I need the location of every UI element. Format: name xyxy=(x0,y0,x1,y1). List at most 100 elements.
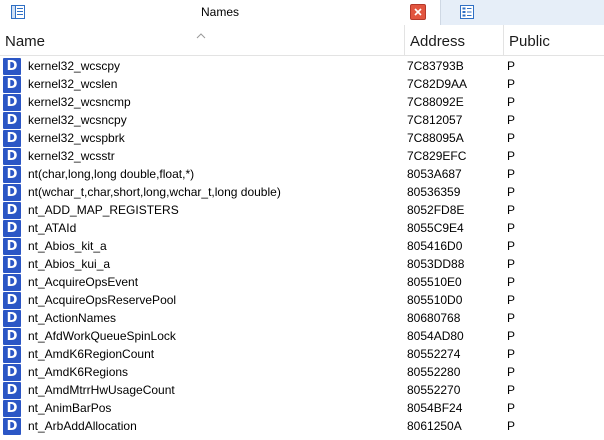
public-cell: P xyxy=(507,113,516,127)
address-cell: 8061250A xyxy=(407,419,462,433)
name-cell: nt_Abios_kit_a xyxy=(28,239,107,253)
data-name-icon: D xyxy=(3,256,21,273)
public-cell: P xyxy=(507,257,516,271)
structures-view-icon[interactable] xyxy=(459,4,475,20)
data-name-icon: D xyxy=(3,382,21,399)
name-cell: kernel32_wcsstr xyxy=(28,149,115,163)
table-row[interactable]: Dnt_AcquireOpsEvent 805510E0 P xyxy=(0,273,604,291)
address-cell: 805510D0 xyxy=(407,293,463,307)
table-row[interactable]: Dnt_AmdMtrrHwUsageCount 80552270 P xyxy=(0,381,604,399)
data-name-icon: D xyxy=(3,310,21,327)
name-cell: nt(wchar_t,char,short,long,wchar_t,long … xyxy=(28,185,281,199)
tab-bar: Names xyxy=(0,0,604,25)
name-cell: nt_ArbAddAllocation xyxy=(28,419,137,433)
public-cell: P xyxy=(507,221,516,235)
name-cell: nt_ATAId xyxy=(28,221,77,235)
address-cell: 80536359 xyxy=(407,185,461,199)
address-cell: 7C829EFC xyxy=(407,149,467,163)
name-cell: nt_AmdK6RegionCount xyxy=(28,347,155,361)
name-cell: kernel32_wcsncmp xyxy=(28,95,131,109)
table-row[interactable]: Dkernel32_wcscpy 7C83793B P xyxy=(0,57,604,75)
table-row[interactable]: Dnt_AmdK6RegionCount 80552274 P xyxy=(0,345,604,363)
name-cell: nt_ADD_MAP_REGISTERS xyxy=(28,203,179,217)
table-row[interactable]: Dnt_ActionNames 80680768 P xyxy=(0,309,604,327)
public-cell: P xyxy=(507,419,516,433)
address-cell: 7C82D9AA xyxy=(407,77,468,91)
address-cell: 8052FD8E xyxy=(407,203,465,217)
address-cell: 7C88092E xyxy=(407,95,464,109)
public-cell: P xyxy=(507,311,516,325)
data-name-icon: D xyxy=(3,238,21,255)
address-cell: 8053A687 xyxy=(407,167,462,181)
address-cell: 7C88095A xyxy=(407,131,464,145)
data-name-icon: D xyxy=(3,184,21,201)
data-name-icon: D xyxy=(3,418,21,435)
public-cell: P xyxy=(507,167,516,181)
name-cell: nt_Abios_kui_a xyxy=(28,257,111,271)
data-name-icon: D xyxy=(3,364,21,381)
close-icon[interactable] xyxy=(410,4,426,20)
public-cell: P xyxy=(507,131,516,145)
public-cell: P xyxy=(507,149,516,163)
name-cell: nt_ActionNames xyxy=(28,311,117,325)
public-cell: P xyxy=(507,329,516,343)
address-cell: 8054AD80 xyxy=(407,329,464,343)
column-header-public[interactable]: Public xyxy=(503,25,604,56)
public-cell: P xyxy=(507,347,516,361)
column-header-row: Name Address Public xyxy=(0,25,604,56)
data-name-icon: D xyxy=(3,274,21,291)
address-cell: 80552270 xyxy=(407,383,461,397)
public-cell: P xyxy=(507,293,516,307)
name-cell: nt_AcquireOpsReservePool xyxy=(28,293,177,307)
name-cell: nt(char,long,long double,float,*) xyxy=(28,167,195,181)
data-name-icon: D xyxy=(3,112,21,129)
table-row[interactable]: Dkernel32_wcsncpy 7C812057 P xyxy=(0,111,604,129)
public-cell: P xyxy=(507,77,516,91)
table-row[interactable]: Dnt_AcquireOpsReservePool 805510D0 P xyxy=(0,291,604,309)
table-row[interactable]: Dnt_ATAId 8055C9E4 P xyxy=(0,219,604,237)
public-cell: P xyxy=(507,239,516,253)
tab-names[interactable]: Names xyxy=(0,0,440,25)
public-cell: P xyxy=(507,383,516,397)
data-name-icon: D xyxy=(3,328,21,345)
column-header-address[interactable]: Address xyxy=(404,25,503,56)
table-row[interactable]: Dnt_AfdWorkQueueSpinLock 8054AD80 P xyxy=(0,327,604,345)
window-title: Names xyxy=(200,5,239,19)
public-cell: P xyxy=(507,59,516,73)
table-row[interactable]: Dnt_Abios_kui_a 8053DD88 P xyxy=(0,255,604,273)
table-row[interactable]: Dnt(char,long,long double,float,*) 8053A6… xyxy=(0,165,604,183)
table-row[interactable]: Dnt_AnimBarPos 8054BF24 P xyxy=(0,399,604,417)
table-row[interactable]: Dnt_AmdK6Regions 80552280 P xyxy=(0,363,604,381)
data-name-icon: D xyxy=(3,400,21,417)
public-cell: P xyxy=(507,275,516,289)
name-cell: nt_AmdMtrrHwUsageCount xyxy=(28,383,175,397)
data-name-icon: D xyxy=(3,58,21,75)
public-cell: P xyxy=(507,401,516,415)
name-cell: kernel32_wcslen xyxy=(28,77,118,91)
table-row[interactable]: Dnt_ArbAddAllocation 8061250A P xyxy=(0,417,604,435)
address-cell: 7C812057 xyxy=(407,113,463,127)
data-name-icon: D xyxy=(3,346,21,363)
address-cell: 80680768 xyxy=(407,311,461,325)
table-row[interactable]: Dnt_Abios_kit_a 805416D0 P xyxy=(0,237,604,255)
table-row[interactable]: Dkernel32_wcsstr 7C829EFC P xyxy=(0,147,604,165)
public-cell: P xyxy=(507,185,516,199)
address-cell: 8053DD88 xyxy=(407,257,465,271)
public-cell: P xyxy=(507,95,516,109)
column-header-name[interactable]: Name xyxy=(0,25,404,56)
table-row[interactable]: Dkernel32_wcslen 7C82D9AA P xyxy=(0,75,604,93)
table-row[interactable]: Dkernel32_wcsncmp 7C88092E P xyxy=(0,93,604,111)
data-name-icon: D xyxy=(3,130,21,147)
data-name-icon: D xyxy=(3,292,21,309)
table-row[interactable]: Dnt_ADD_MAP_REGISTERS 8052FD8E P xyxy=(0,201,604,219)
name-cell: nt_AcquireOpsEvent xyxy=(28,275,139,289)
table-row[interactable]: Dkernel32_wcspbrk 7C88095A P xyxy=(0,129,604,147)
name-cell: nt_AfdWorkQueueSpinLock xyxy=(28,329,176,343)
address-cell: 805416D0 xyxy=(407,239,463,253)
address-cell: 80552274 xyxy=(407,347,461,361)
data-name-icon: D xyxy=(3,166,21,183)
name-cell: kernel32_wcscpy xyxy=(28,59,121,73)
names-list: Dkernel32_wcscpy 7C83793B P Dkernel32_wcsle… xyxy=(0,57,604,435)
address-cell: 8055C9E4 xyxy=(407,221,464,235)
table-row[interactable]: Dnt(wchar_t,char,short,long,wchar_t,long… xyxy=(0,183,604,201)
